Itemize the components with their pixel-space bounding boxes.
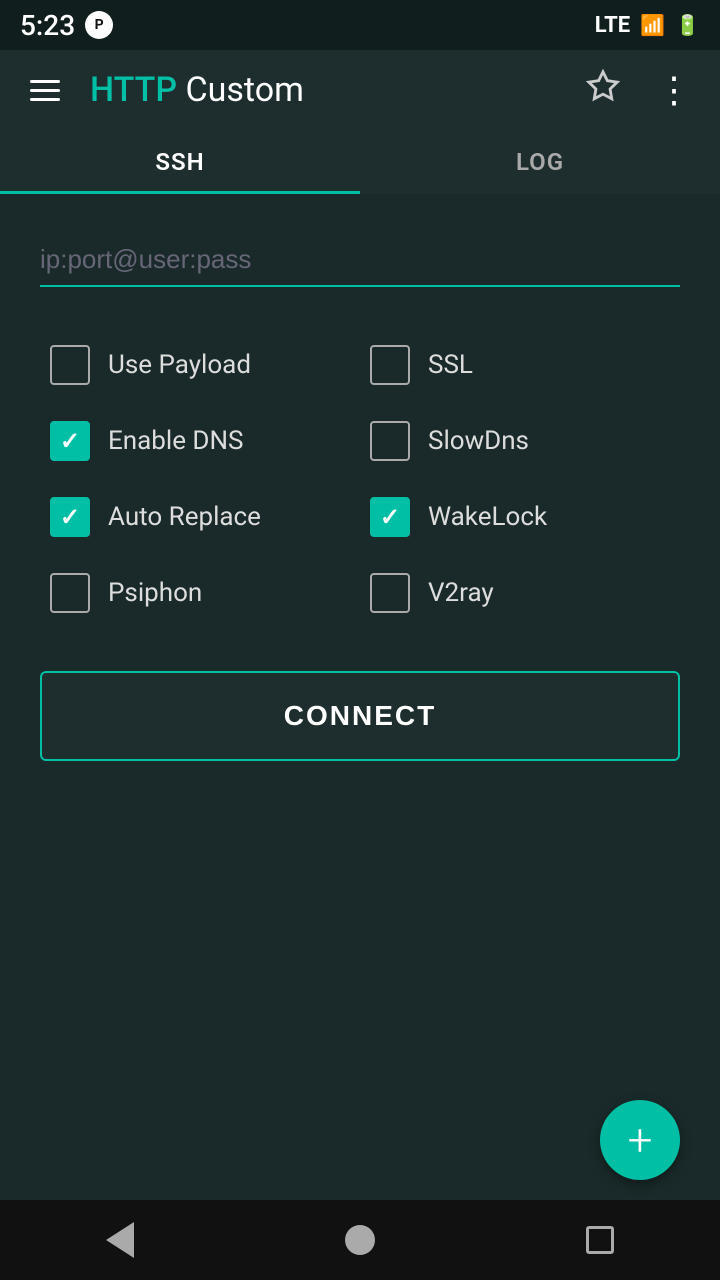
option-use-payload[interactable]: Use Payload <box>40 327 360 403</box>
app-title-http: HTTP <box>90 70 177 110</box>
hamburger-line-3 <box>30 98 60 101</box>
nav-bar <box>0 1200 720 1280</box>
status-time: 5:23 <box>20 9 75 42</box>
toolbar-icons: ⋮ <box>578 61 700 119</box>
nav-recent-icon <box>586 1226 614 1254</box>
nav-back-button[interactable] <box>76 1212 164 1268</box>
battery-icon: 🔋 <box>675 13 700 37</box>
label-enable-dns: Enable DNS <box>108 426 243 456</box>
nav-home-icon <box>345 1225 375 1255</box>
connect-button[interactable]: CONNECT <box>40 671 680 761</box>
hamburger-line-1 <box>30 80 60 83</box>
checkbox-use-payload[interactable] <box>50 345 90 385</box>
app-bar: HTTP Custom ⋮ <box>0 50 720 130</box>
checkbox-wakelock[interactable] <box>370 497 410 537</box>
checkbox-auto-replace[interactable] <box>50 497 90 537</box>
option-auto-replace[interactable]: Auto Replace <box>40 479 360 555</box>
nav-back-icon <box>106 1222 134 1258</box>
fab-add-button[interactable]: + <box>600 1100 680 1180</box>
label-psiphon: Psiphon <box>108 578 202 608</box>
status-left: 5:23 P <box>20 9 113 42</box>
server-input[interactable] <box>40 234 680 287</box>
lte-indicator: LTE <box>595 13 630 38</box>
main-content: Use Payload SSL Enable DNS SlowDns Auto … <box>0 194 720 791</box>
fab-plus-icon: + <box>628 1118 653 1162</box>
tab-ssh[interactable]: SSH <box>0 130 360 194</box>
option-wakelock[interactable]: WakeLock <box>360 479 680 555</box>
status-bar: 5:23 P LTE 📶 🔋 <box>0 0 720 50</box>
checkbox-enable-dns[interactable] <box>50 421 90 461</box>
label-v2ray: V2ray <box>428 578 494 608</box>
checkbox-ssl[interactable] <box>370 345 410 385</box>
checkbox-psiphon[interactable] <box>50 573 90 613</box>
label-use-payload: Use Payload <box>108 350 251 380</box>
label-auto-replace: Auto Replace <box>108 502 261 532</box>
hamburger-menu-button[interactable] <box>20 70 70 111</box>
app-title: HTTP Custom <box>90 70 558 110</box>
label-slow-dns: SlowDns <box>428 426 529 456</box>
nav-recent-button[interactable] <box>556 1216 644 1264</box>
app-notification-icon: P <box>85 11 113 39</box>
server-input-wrapper <box>40 234 680 287</box>
status-right: LTE 📶 🔋 <box>595 13 700 38</box>
hamburger-line-2 <box>30 89 60 92</box>
bookmark-button[interactable] <box>578 61 628 119</box>
label-ssl: SSL <box>428 350 473 380</box>
tabs-container: SSH LOG <box>0 130 720 194</box>
app-title-custom: Custom <box>177 70 304 110</box>
tab-log[interactable]: LOG <box>360 130 720 194</box>
nav-home-button[interactable] <box>315 1215 405 1265</box>
option-slow-dns[interactable]: SlowDns <box>360 403 680 479</box>
option-enable-dns[interactable]: Enable DNS <box>40 403 360 479</box>
more-options-button[interactable]: ⋮ <box>648 61 700 119</box>
checkbox-v2ray[interactable] <box>370 573 410 613</box>
label-wakelock: WakeLock <box>428 502 547 532</box>
options-grid: Use Payload SSL Enable DNS SlowDns Auto … <box>40 327 680 631</box>
option-v2ray[interactable]: V2ray <box>360 555 680 631</box>
option-psiphon[interactable]: Psiphon <box>40 555 360 631</box>
signal-icon: 📶 <box>640 13 665 37</box>
option-ssl[interactable]: SSL <box>360 327 680 403</box>
checkbox-slow-dns[interactable] <box>370 421 410 461</box>
